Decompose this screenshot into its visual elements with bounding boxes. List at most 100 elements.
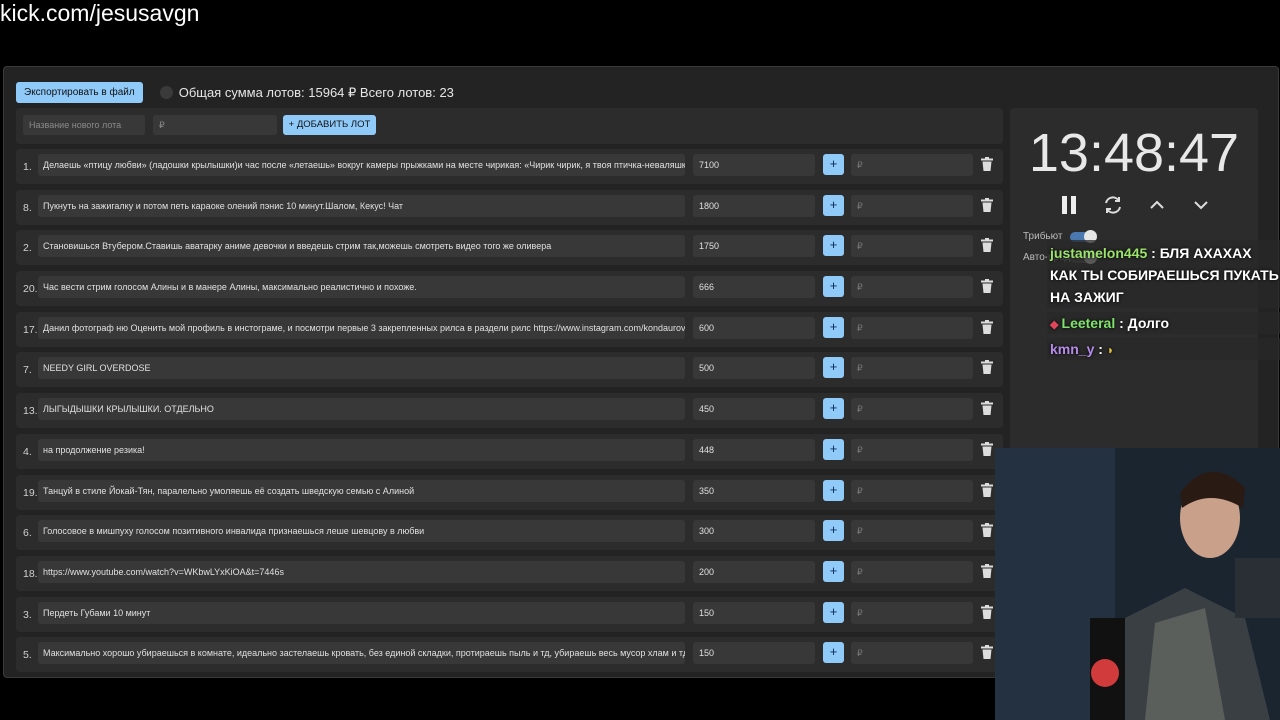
pause-icon[interactable]: [1056, 192, 1082, 218]
lot-title-input[interactable]: Танцуй в стиле Йокай-Тян, паралельно умо…: [38, 479, 685, 502]
trash-icon[interactable]: [981, 645, 995, 661]
chat-separator: :: [1115, 315, 1128, 331]
duck-emote-icon: ◗: [1106, 343, 1115, 357]
extra-amount-input[interactable]: ₽: [851, 154, 973, 176]
reset-icon[interactable]: [1100, 192, 1126, 218]
trash-icon[interactable]: [981, 563, 995, 580]
lot-title-input[interactable]: Пердеть Губами 10 минут: [38, 601, 685, 624]
trash-icon[interactable]: [981, 523, 995, 539]
lot-title-input[interactable]: на продолжение резика!: [38, 438, 685, 461]
export-button[interactable]: Экспортировать в файл: [16, 82, 143, 103]
extra-amount-input[interactable]: ₽: [851, 276, 973, 299]
extra-amount-input[interactable]: ₽: [851, 194, 973, 217]
lot-row: 5. Максимально хорошо убираешься в комнат…: [16, 637, 1003, 673]
lot-amount-input[interactable]: 150: [693, 642, 815, 665]
lot-title-input[interactable]: Пукнуть на зажигалку и потом петь караок…: [38, 194, 685, 217]
extra-amount-input[interactable]: ₽: [851, 357, 973, 380]
lot-title-input[interactable]: Голосовое в мишпуху голосом позитивного …: [38, 520, 685, 543]
trash-icon[interactable]: [981, 360, 995, 376]
lot-title-input[interactable]: Делаешь «птицу любви» (ладошки крылышки)…: [38, 154, 685, 176]
lot-title-input[interactable]: Час вести стрим голосом Алины и в манере…: [38, 276, 685, 299]
lot-amount-input[interactable]: 7100: [693, 154, 815, 176]
chat-username: Leeteral: [1061, 315, 1116, 331]
lot-amount-input[interactable]: 448: [693, 438, 815, 461]
chat-text-line3: НА ЗАЖИГ: [1050, 289, 1124, 305]
chevron-up-icon[interactable]: [1144, 192, 1170, 218]
lot-title-input[interactable]: Максимально хорошо убираешься в комнате,…: [38, 642, 685, 665]
lot-title-input[interactable]: NEEDY GIRL OVERDOSE: [38, 357, 685, 380]
trash-icon[interactable]: [981, 279, 995, 295]
trash-icon[interactable]: [981, 604, 995, 621]
extra-amount-input[interactable]: ₽: [851, 438, 973, 461]
add-amount-button[interactable]: +: [823, 235, 844, 257]
lot-number: 4.: [23, 445, 32, 458]
lot-amount-input[interactable]: 300: [693, 520, 815, 543]
chat-username: justamelon445: [1050, 245, 1148, 261]
add-amount-button[interactable]: +: [823, 479, 844, 501]
lot-amount-input[interactable]: 1750: [693, 235, 815, 258]
trash-icon[interactable]: [981, 197, 995, 214]
add-lot-row: Название нового лота ₽ + ДОБАВИТЬ ЛОТ: [16, 108, 1003, 144]
lot-number: 1.: [23, 161, 32, 173]
lots-summary: Общая сумма лотов: 15964 ₽ Всего лотов: …: [178, 84, 454, 100]
timer-clock: 13:48:47: [1028, 123, 1240, 183]
add-amount-button[interactable]: +: [823, 438, 844, 460]
lot-row: 19. Танцуй в стиле Йокай-Тян, паралельно …: [16, 474, 1003, 510]
lot-number: 6.: [23, 527, 32, 540]
lot-number: 5.: [23, 649, 32, 662]
lot-amount-input[interactable]: 200: [693, 560, 815, 583]
extra-amount-input[interactable]: ₽: [851, 642, 973, 665]
lot-amount-input[interactable]: 600: [693, 316, 815, 339]
add-amount-button[interactable]: +: [823, 194, 844, 216]
trash-icon[interactable]: [981, 157, 995, 173]
lot-number: 20.: [23, 283, 38, 296]
lot-amount-input[interactable]: 666: [693, 276, 815, 299]
lot-number: 17.: [23, 323, 38, 336]
add-amount-button[interactable]: +: [823, 276, 844, 298]
lot-number: 7.: [23, 364, 32, 377]
toolbar: Экспортировать в файл Общая сумма лотов:…: [16, 82, 454, 103]
extra-amount-input[interactable]: ₽: [851, 398, 973, 421]
new-lot-price-input[interactable]: ₽: [153, 115, 277, 135]
lot-row: 17. Данил фотограф ню Оценить мой профиль…: [16, 311, 1003, 347]
lot-title-input[interactable]: Становишься Втубером.Ставишь аватарку ан…: [38, 235, 685, 258]
extra-amount-input[interactable]: ₽: [851, 560, 973, 583]
lot-title-input[interactable]: ЛЫГЫДЫШКИ КРЫЛЫШКИ. ОТДЕЛЬНО: [38, 398, 685, 421]
lot-amount-input[interactable]: 450: [693, 398, 815, 421]
trash-icon[interactable]: [981, 441, 995, 458]
trash-icon[interactable]: [981, 238, 995, 254]
chat-message: ◆ Leeteral : Долго: [1050, 312, 1169, 336]
lot-number: 2.: [23, 242, 32, 255]
add-amount-button[interactable]: +: [823, 357, 844, 379]
chat-text-line2: КАК ТЫ СОБИРАЕШЬСЯ ПУКАТЬ: [1050, 267, 1279, 283]
lot-title-input[interactable]: https://www.youtube.com/watch?v=WKbwLYxK…: [38, 560, 685, 583]
extra-amount-input[interactable]: ₽: [851, 479, 973, 502]
lot-amount-input[interactable]: 350: [693, 479, 815, 502]
chat-message: justamelon445 : БЛЯ АХАХАХ: [1050, 242, 1252, 264]
add-amount-button[interactable]: +: [823, 154, 844, 175]
lot-amount-input[interactable]: 500: [693, 357, 815, 380]
add-amount-button[interactable]: +: [823, 601, 844, 623]
lot-amount-input[interactable]: 1800: [693, 194, 815, 217]
extra-amount-input[interactable]: ₽: [851, 235, 973, 258]
add-lot-button[interactable]: + ДОБАВИТЬ ЛОТ: [283, 115, 376, 135]
theme-toggle[interactable]: [159, 86, 173, 99]
new-lot-name-input[interactable]: Название нового лота: [23, 115, 145, 135]
add-amount-button[interactable]: +: [823, 520, 844, 542]
lot-title-input[interactable]: Данил фотограф ню Оценить мой профиль в …: [38, 316, 685, 339]
lot-amount-input[interactable]: 150: [693, 601, 815, 624]
extra-amount-input[interactable]: ₽: [851, 520, 973, 543]
extra-amount-input[interactable]: ₽: [851, 601, 973, 624]
add-amount-button[interactable]: +: [823, 316, 844, 338]
chat-separator: :: [1147, 245, 1160, 261]
chevron-down-icon[interactable]: [1188, 192, 1214, 218]
add-amount-button[interactable]: +: [823, 560, 844, 582]
extra-amount-input[interactable]: ₽: [851, 316, 973, 339]
add-amount-button[interactable]: +: [823, 398, 844, 420]
trash-icon[interactable]: [981, 319, 995, 336]
trash-icon[interactable]: [981, 401, 995, 417]
chat-username: kmn_y: [1050, 341, 1095, 357]
trash-icon[interactable]: [981, 482, 995, 499]
chat-overlay: justamelon445 : БЛЯ АХАХАХ КАК ТЫ СОБИРА…: [1047, 218, 1280, 378]
add-amount-button[interactable]: +: [823, 642, 844, 664]
